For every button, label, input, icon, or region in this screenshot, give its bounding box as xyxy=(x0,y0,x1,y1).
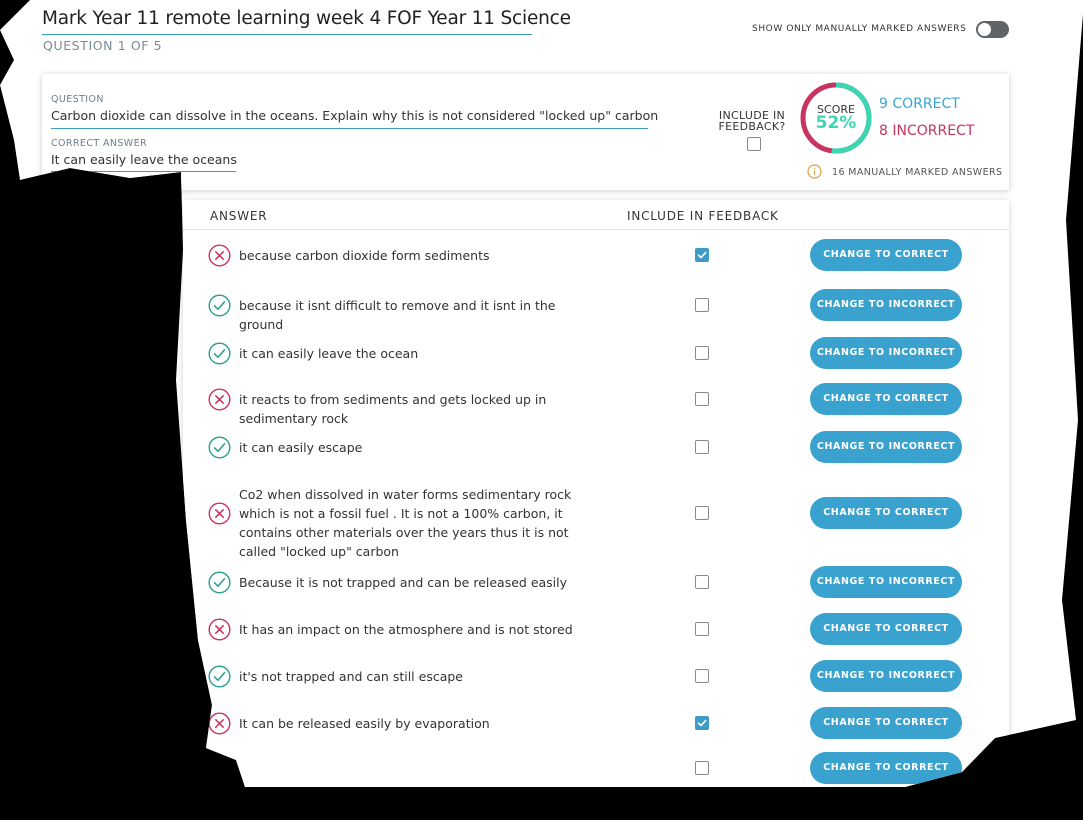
column-header-answer: ANSWER xyxy=(210,209,268,223)
answer-text: because carbon dioxide form sediments xyxy=(239,247,490,263)
answer-text: It can be released easily by evaporation xyxy=(239,715,490,731)
question-counter: QUESTION 1 OF 5 xyxy=(43,38,163,53)
change-to-correct-button[interactable]: CHANGE TO CORRECT xyxy=(810,497,962,529)
answer-row: CHANGE TO CORRECT xyxy=(183,752,1009,784)
manual-only-toggle[interactable] xyxy=(976,21,1009,38)
page-title: Mark Year 11 remote learning week 4 FOF … xyxy=(42,8,571,29)
include-in-feedback-checkbox[interactable] xyxy=(695,574,709,589)
change-to-incorrect-button[interactable]: CHANGE TO INCORRECT xyxy=(810,337,962,369)
correct-count: 9 CORRECT xyxy=(879,96,960,112)
correct-check-icon xyxy=(208,570,231,594)
info-icon xyxy=(807,164,822,179)
column-header-include-in-feedback: INCLUDE IN FEEDBACK xyxy=(627,209,779,223)
question-label: QUESTION xyxy=(51,94,104,105)
answer-text: Co2 when dissolved in water forms sedime… xyxy=(239,486,572,559)
correct-check-icon xyxy=(208,435,231,459)
incorrect-cross-icon xyxy=(208,387,231,411)
include-in-feedback-checkbox[interactable] xyxy=(695,345,709,360)
change-to-incorrect-button[interactable]: CHANGE TO CORRECT xyxy=(810,752,962,784)
header-divider xyxy=(183,229,1009,230)
correct-check-icon xyxy=(208,664,231,688)
answer-text: it reacts to from sediments and gets loc… xyxy=(239,391,547,426)
change-to-incorrect-button[interactable]: CHANGE TO INCORRECT xyxy=(810,289,962,321)
include-in-feedback-checkbox[interactable] xyxy=(695,760,709,775)
checkmark-icon xyxy=(697,251,707,258)
answer-row: It can be released easily by evaporation… xyxy=(183,707,1009,739)
correct-answer-label: CORRECT ANSWER xyxy=(51,138,148,149)
answer-row: because it isnt difficult to remove and … xyxy=(183,286,1009,332)
toggle-knob xyxy=(978,23,991,36)
incorrect-cross-icon xyxy=(208,243,231,267)
answer-row: it's not trapped and can still escape CHA… xyxy=(183,660,1009,692)
change-to-correct-button[interactable]: CHANGE TO CORRECT xyxy=(810,383,962,415)
incorrect-cross-icon xyxy=(208,711,231,735)
change-to-correct-button[interactable]: CHANGE TO CORRECT xyxy=(810,239,962,271)
include-in-feedback-checkbox[interactable] xyxy=(747,137,761,151)
answers-table: ANSWER INCLUDE IN FEEDBACK because carbo… xyxy=(183,200,1009,787)
answer-row: it can easily leave the ocean CHANGE TO I… xyxy=(183,337,1009,369)
correct-check-icon xyxy=(208,341,231,365)
change-to-correct-button[interactable]: CHANGE TO CORRECT xyxy=(810,613,962,645)
incorrect-count: 8 INCORRECT xyxy=(879,123,975,139)
change-to-correct-button[interactable]: CHANGE TO CORRECT xyxy=(810,707,962,739)
include-in-feedback-checkbox[interactable] xyxy=(695,621,709,636)
checkmark-icon xyxy=(697,719,707,726)
include-in-feedback-checkbox[interactable] xyxy=(695,391,709,406)
incorrect-cross-icon xyxy=(208,501,231,525)
answer-row: It has an impact on the atmosphere and i… xyxy=(183,613,1009,645)
change-to-incorrect-button[interactable]: CHANGE TO INCORRECT xyxy=(810,660,962,692)
answer-text: because it isnt difficult to remove and … xyxy=(239,297,556,332)
include-in-feedback-checkbox[interactable] xyxy=(695,668,709,683)
change-to-incorrect-button[interactable]: CHANGE TO INCORRECT xyxy=(810,566,962,598)
manual-only-toggle-label: SHOW ONLY MANUALLY MARKED ANSWERS xyxy=(752,24,967,34)
question-text: Carbon dioxide can dissolve in the ocean… xyxy=(51,108,659,123)
manually-marked-count: 16 MANUALLY MARKED ANSWERS xyxy=(832,167,1003,178)
title-underline xyxy=(42,34,532,35)
include-in-feedback-checkbox[interactable] xyxy=(695,439,709,454)
answer-row: it reacts to from sediments and gets loc… xyxy=(183,380,1009,426)
answer-text: it can easily escape xyxy=(239,439,363,455)
score-value: 52% xyxy=(815,113,857,133)
answer-row: Because it is not trapped and can be rel… xyxy=(183,566,1009,598)
answer-row: it can easily escape CHANGE TO INCORRECT xyxy=(183,431,1009,463)
include-in-feedback-checkbox[interactable] xyxy=(695,297,709,312)
include-in-feedback-checkbox[interactable] xyxy=(695,505,709,520)
answer-row: because carbon dioxide form sediments CHA… xyxy=(183,239,1009,271)
answer-text: It has an impact on the atmosphere and i… xyxy=(239,621,573,637)
answer-text: it's not trapped and can still escape xyxy=(239,668,463,684)
correct-answer-underline xyxy=(51,171,236,172)
correct-check-icon xyxy=(208,756,231,780)
question-card: QUESTION Carbon dioxide can dissolve in … xyxy=(42,74,1009,190)
include-in-feedback-checkbox[interactable] xyxy=(695,247,709,262)
correct-answer-text: It can easily leave the oceans xyxy=(51,152,237,167)
answer-row: Co2 when dissolved in water forms sedime… xyxy=(183,475,1009,559)
page-background: Mark Year 11 remote learning week 4 FOF … xyxy=(0,0,1083,787)
include-in-feedback-label: INCLUDE IN FEEDBACK? xyxy=(718,109,786,133)
correct-check-icon xyxy=(208,293,231,317)
answer-text: it can easily leave the ocean xyxy=(239,345,419,361)
change-to-incorrect-button[interactable]: CHANGE TO INCORRECT xyxy=(810,431,962,463)
incorrect-cross-icon xyxy=(208,617,231,641)
question-underline xyxy=(51,128,648,129)
answer-text: Because it is not trapped and can be rel… xyxy=(239,574,568,590)
include-in-feedback-checkbox[interactable] xyxy=(695,715,709,730)
